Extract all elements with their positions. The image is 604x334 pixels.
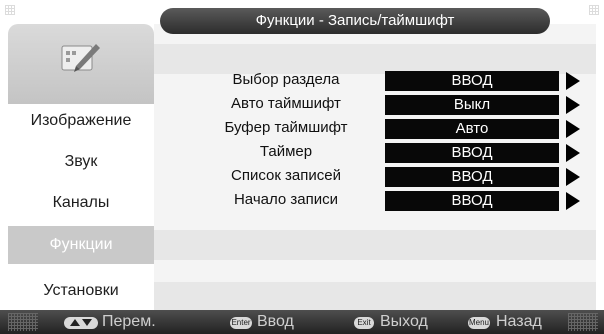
row-label-timeshift-buffer: Буфер таймшифт — [224, 119, 348, 136]
enter-key-icon: Enter — [230, 317, 252, 329]
sidebar-item-channels[interactable]: Каналы — [8, 186, 154, 220]
panel-band — [154, 282, 596, 312]
menu-key-icon: Menu — [468, 317, 490, 329]
arrow-right-icon[interactable] — [566, 120, 580, 138]
exit-key-icon: Exit — [354, 317, 374, 329]
arrow-right-icon[interactable] — [566, 144, 580, 162]
row-label-recordings-list: Список записей — [230, 167, 342, 184]
row-label-timer: Таймер — [259, 143, 313, 160]
hint-move-label: Перем. — [102, 313, 156, 330]
arrow-right-icon[interactable] — [566, 96, 580, 114]
corner-grid-decoration — [5, 5, 15, 15]
arrow-right-icon[interactable] — [566, 72, 580, 90]
corner-grid-decoration — [589, 5, 599, 15]
hint-enter-label: Ввод — [257, 313, 294, 330]
timer-enter-button[interactable]: ВВОД — [385, 143, 559, 163]
sidebar-item-settings[interactable]: Установки — [8, 274, 154, 308]
sidebar-item-picture[interactable]: Изображение — [8, 104, 154, 138]
page-title: Функции - Запись/таймшифт — [160, 8, 550, 34]
sidebar-item-functions[interactable]: Функции — [8, 226, 154, 264]
auto-timeshift-value[interactable]: Выкл — [385, 95, 559, 115]
corner-grid-decoration — [8, 313, 38, 331]
features-category-icon — [61, 44, 100, 72]
arrow-right-icon[interactable] — [566, 192, 580, 210]
row-label-start-recording: Начало записи — [233, 191, 339, 208]
sidebar-item-sound[interactable]: Звук — [8, 145, 154, 179]
arrow-right-icon[interactable] — [566, 168, 580, 186]
row-label-auto-timeshift: Авто таймшифт — [231, 95, 341, 112]
corner-grid-decoration — [568, 313, 598, 331]
row-label-partition: Выбор раздела — [232, 71, 340, 88]
updown-key-icon — [64, 317, 98, 329]
timeshift-buffer-value[interactable]: Авто — [385, 119, 559, 139]
recordings-list-enter-button[interactable]: ВВОД — [385, 167, 559, 187]
start-recording-enter-button[interactable]: ВВОД — [385, 191, 559, 211]
panel-band — [154, 230, 596, 260]
hint-back-label: Назад — [496, 313, 542, 330]
partition-select-button[interactable]: ВВОД — [385, 71, 559, 91]
hint-exit-label: Выход — [380, 313, 428, 330]
